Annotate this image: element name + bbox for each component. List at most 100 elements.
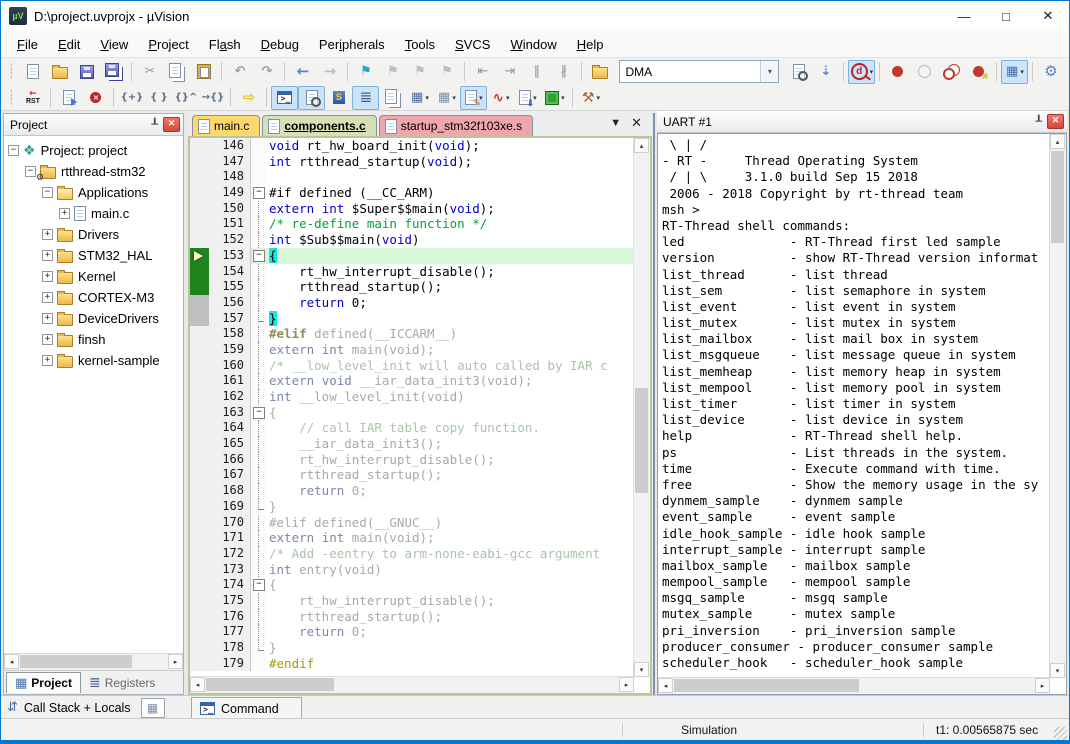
scroll-thumb[interactable] <box>674 679 859 692</box>
comment-selection-button[interactable]: ∥ <box>523 60 550 84</box>
code-view[interactable]: 146void rt_hw_board_init(void);147int rt… <box>190 138 634 677</box>
code-line[interactable]: 171extern int main(void); <box>190 530 634 546</box>
code-line[interactable]: 153−{ <box>190 248 634 264</box>
code-line[interactable]: 166 rt_hw_interrupt_disable(); <box>190 452 634 468</box>
code-line[interactable]: 148 <box>190 169 634 185</box>
tree-item-rtthread-stm32[interactable]: −rtthread-stm32 <box>4 161 183 182</box>
expand-plus-icon[interactable]: + <box>42 229 53 240</box>
tree-item-applications[interactable]: −Applications <box>4 182 183 203</box>
dropdown-caret-icon[interactable]: ▾ <box>561 94 565 102</box>
reset-cpu-button[interactable]: ←RST <box>19 86 46 110</box>
menu-file[interactable]: File <box>7 34 48 55</box>
scroll-thumb[interactable] <box>20 655 132 668</box>
scroll-down-icon[interactable]: ▾ <box>634 662 649 677</box>
close-panel-icon[interactable]: ✕ <box>163 117 180 132</box>
expand-minus-icon[interactable]: − <box>42 187 53 198</box>
save-button[interactable] <box>73 60 100 84</box>
uart-output[interactable]: \ | /- RT - Thread Operating System / | … <box>657 133 1067 695</box>
step-over-button[interactable]: { } <box>145 86 172 110</box>
search-word-button[interactable] <box>785 60 812 84</box>
code-line[interactable]: 147int rtthread_startup(void); <box>190 154 634 170</box>
watch-windows-button[interactable]: ▦▾ <box>406 86 433 110</box>
scroll-down-icon[interactable]: ▾ <box>1050 663 1065 678</box>
editor-hscrollbar[interactable]: ◂ ▸ <box>190 676 634 693</box>
redo-button[interactable]: ↷ <box>253 60 280 84</box>
step-into-button[interactable]: {+} <box>118 86 145 110</box>
next-bookmark-button[interactable]: ⚑ <box>406 60 433 84</box>
menu-debug[interactable]: Debug <box>251 34 309 55</box>
close-panel-icon[interactable]: ✕ <box>1047 114 1064 129</box>
window-layout-button[interactable]: ▦▾ <box>1001 60 1028 84</box>
stop-button[interactable] <box>82 86 109 110</box>
find-in-files-button[interactable] <box>586 60 613 84</box>
code-line[interactable]: 150extern int $Super$$main(void); <box>190 201 634 217</box>
code-line[interactable]: 170#elif defined(__GNUC__) <box>190 515 634 531</box>
memory-button[interactable]: ▦ <box>141 698 165 718</box>
configure-target-options-button[interactable]: ⚙ <box>1037 60 1064 84</box>
find-text-combo[interactable]: DMA▾ <box>619 60 779 83</box>
expand-plus-icon[interactable]: + <box>42 271 53 282</box>
system-viewer-button[interactable]: ▾ <box>514 86 541 110</box>
run-button[interactable] <box>55 86 82 110</box>
code-line[interactable]: 158#elif defined(__ICCARM__) <box>190 326 634 342</box>
tab-list-dropdown-icon[interactable]: ▼ <box>610 117 621 129</box>
dropdown-caret-icon[interactable]: ▾ <box>596 94 600 102</box>
scroll-right-icon[interactable]: ▸ <box>168 654 183 669</box>
code-line[interactable]: 151/* re-define main function */ <box>190 216 634 232</box>
expand-plus-icon[interactable]: + <box>42 313 53 324</box>
code-line[interactable]: 173int entry(void) <box>190 562 634 578</box>
enable-disable-all-breakpoints-button[interactable] <box>938 60 965 84</box>
scroll-up-icon[interactable]: ▴ <box>634 138 649 153</box>
command-window-button[interactable] <box>271 86 298 110</box>
call-stack-label[interactable]: Call Stack + Locals <box>24 701 131 715</box>
uart-hscrollbar[interactable]: ◂ ▸ <box>658 677 1050 694</box>
expand-plus-icon[interactable]: + <box>42 334 53 345</box>
step-out-button[interactable]: {}^ <box>172 86 199 110</box>
clear-all-bookmarks-button[interactable]: ⚑ <box>433 60 460 84</box>
menu-tools[interactable]: Tools <box>395 34 445 55</box>
code-line[interactable]: 177 return 0; <box>190 624 634 640</box>
menu-view[interactable]: View <box>90 34 138 55</box>
code-line[interactable]: 163−{ <box>190 405 634 421</box>
fold-collapse-icon[interactable]: − <box>253 579 265 591</box>
unindent-button[interactable]: ⇤ <box>469 60 496 84</box>
fold-collapse-icon[interactable]: − <box>253 407 265 419</box>
expand-plus-icon[interactable]: + <box>42 250 53 261</box>
run-to-cursor-button[interactable]: →{} <box>199 86 226 110</box>
editor-vscrollbar[interactable]: ▴ ▾ <box>633 138 650 677</box>
paste-button[interactable] <box>190 60 217 84</box>
code-line[interactable]: 159extern int main(void); <box>190 342 634 358</box>
menu-window[interactable]: Window <box>500 34 566 55</box>
tree-item-stm32-hal[interactable]: +STM32_HAL <box>4 245 183 266</box>
code-line[interactable]: 155 rtthread_startup(); <box>190 279 634 295</box>
code-line[interactable]: 154 rt_hw_interrupt_disable(); <box>190 264 634 280</box>
call-stack-bar[interactable]: ⇵ Call Stack + Locals ▦ <box>1 695 187 719</box>
code-line[interactable]: 179#endif <box>190 656 634 672</box>
scroll-thumb[interactable] <box>635 388 648 493</box>
tab-project[interactable]: ▦Project <box>6 672 81 693</box>
tree-item-project-project[interactable]: −❖Project: project <box>4 140 183 161</box>
tree-item-kernel[interactable]: +Kernel <box>4 266 183 287</box>
code-line[interactable]: 146void rt_hw_board_init(void); <box>190 138 634 154</box>
scroll-thumb[interactable] <box>206 678 334 691</box>
dropdown-caret-icon[interactable]: ▾ <box>506 94 510 102</box>
expand-minus-icon[interactable]: − <box>25 166 36 177</box>
menu-svcs[interactable]: SVCS <box>445 34 500 55</box>
code-line[interactable]: 160/* __low_level_init will auto called … <box>190 358 634 374</box>
resize-grip[interactable] <box>1054 727 1067 740</box>
code-line[interactable]: 176 rtthread_startup(); <box>190 609 634 625</box>
project-hscrollbar[interactable]: ◂ ▸ <box>4 653 183 670</box>
fold-collapse-icon[interactable]: − <box>253 250 265 262</box>
menu-project[interactable]: Project <box>138 34 198 55</box>
serial-window-uart-button[interactable]: ▾ <box>460 86 487 110</box>
tree-item-cortex-m3[interactable]: +CORTEX-M3 <box>4 287 183 308</box>
scroll-left-icon[interactable]: ◂ <box>4 654 19 669</box>
code-line[interactable]: 169} <box>190 499 634 515</box>
maximize-button[interactable]: □ <box>985 1 1027 31</box>
scroll-left-icon[interactable]: ◂ <box>190 677 205 692</box>
disable-breakpoint-button[interactable] <box>911 60 938 84</box>
code-line[interactable]: 164 // call IAR table copy function. <box>190 420 634 436</box>
code-line[interactable]: 162int __low_level_init(void) <box>190 389 634 405</box>
serial-windows-button[interactable]: ≣ <box>352 86 379 110</box>
scroll-left-icon[interactable]: ◂ <box>658 678 673 693</box>
